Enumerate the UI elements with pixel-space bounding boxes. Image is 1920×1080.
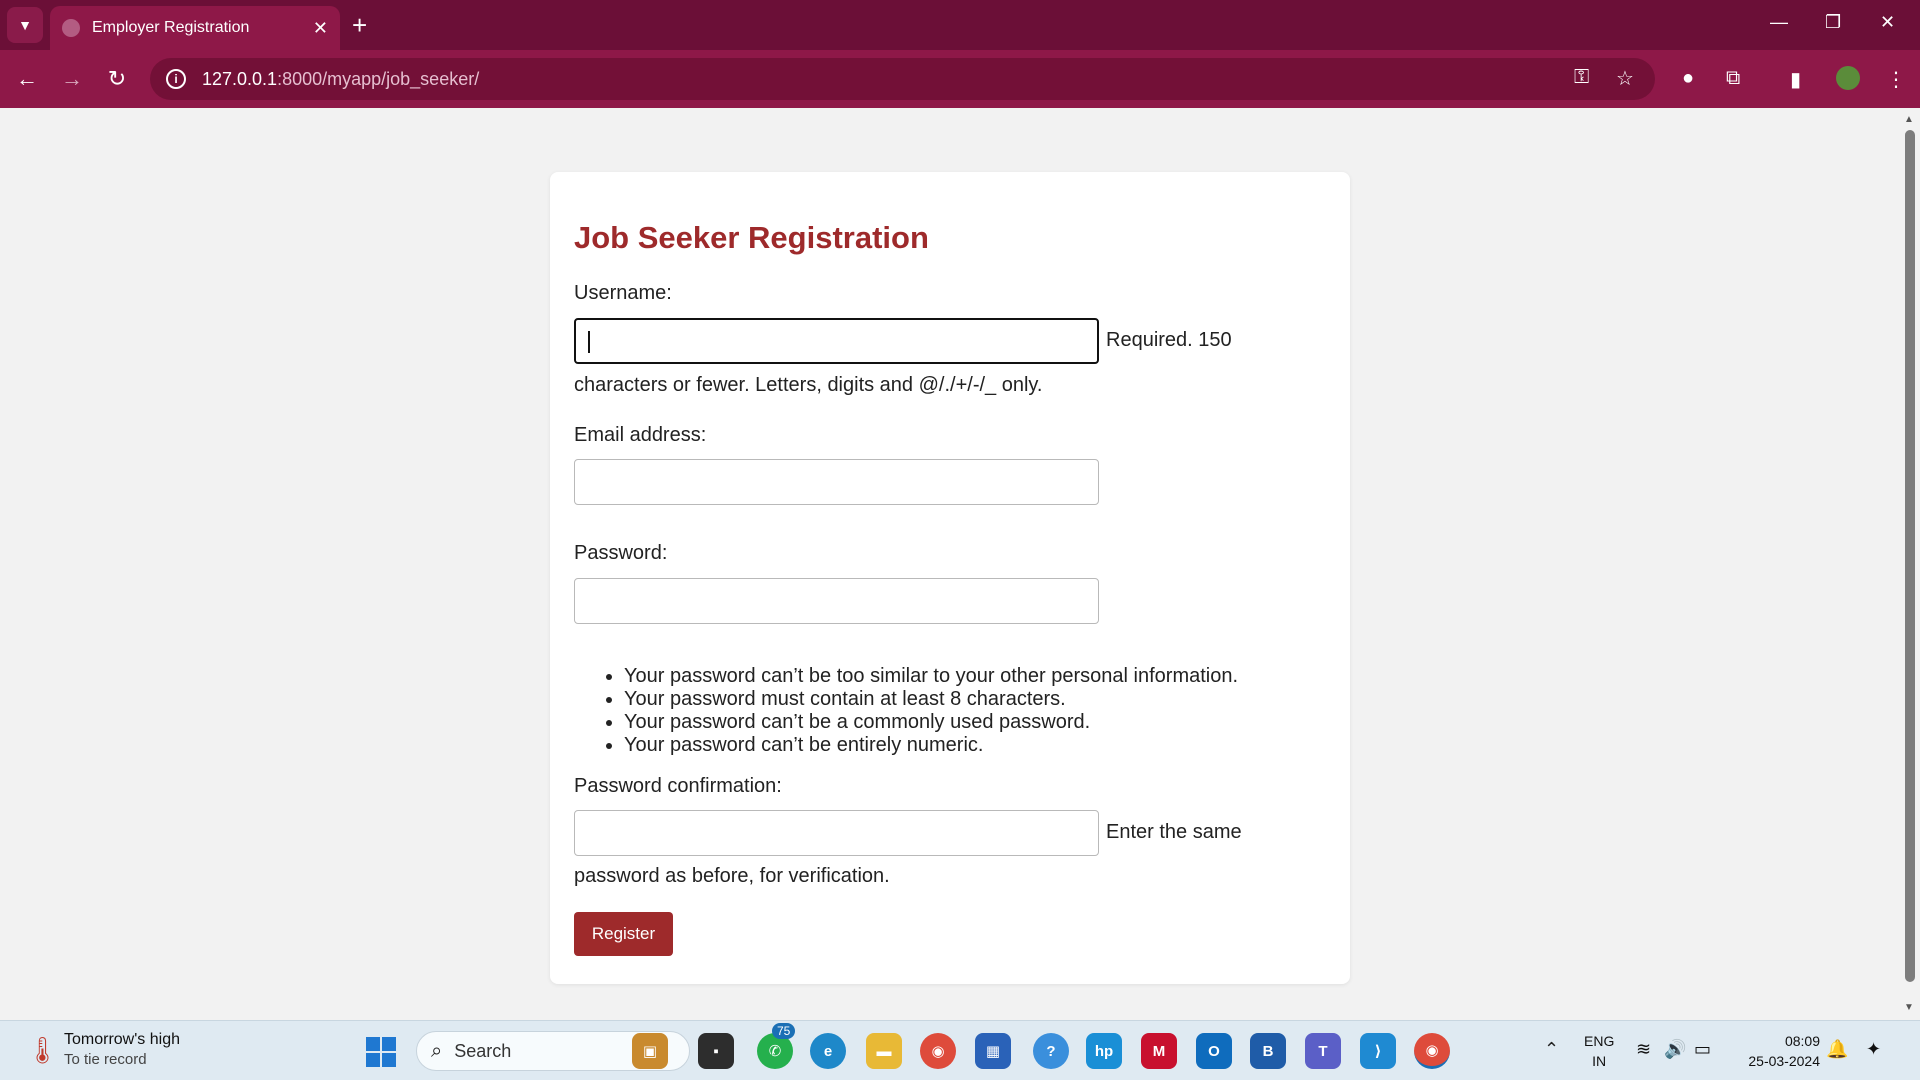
password-confirmation-input[interactable] xyxy=(574,810,1099,856)
close-window-button[interactable]: ✕ xyxy=(1880,12,1895,33)
vscode-icon[interactable]: ⟩ xyxy=(1360,1033,1396,1069)
confirm-help-inline: Enter the same xyxy=(1106,821,1242,843)
outlook-icon[interactable]: O xyxy=(1196,1033,1232,1069)
notification-bell-icon[interactable]: 🔔 xyxy=(1826,1039,1848,1060)
edge-icon[interactable]: e xyxy=(810,1033,846,1069)
battery-icon[interactable]: ▭ xyxy=(1694,1039,1711,1060)
restore-button[interactable]: ❐ xyxy=(1825,12,1841,33)
file-explorer-icon[interactable]: ▬ xyxy=(866,1033,902,1069)
password-rule: Your password can’t be entirely numeric. xyxy=(624,734,1238,757)
address-bar[interactable]: i 127.0.0.1:8000/myapp/job_seeker/ ⚿ ☆ xyxy=(150,58,1655,100)
chevron-down-icon: ▼ xyxy=(18,17,32,33)
search-placeholder: Search xyxy=(454,1040,512,1061)
password-rule: Your password can’t be too similar to yo… xyxy=(624,665,1238,688)
teams-icon[interactable]: T xyxy=(1305,1033,1341,1069)
profile-avatar[interactable] xyxy=(1836,66,1860,90)
briefcase-app-icon[interactable]: ▣ xyxy=(632,1033,668,1069)
windows-start-icon[interactable] xyxy=(366,1037,396,1067)
page-viewport: Job Seeker Registration Username: Requir… xyxy=(0,108,1900,1020)
whatsapp-badge: 75 xyxy=(772,1023,796,1039)
language-indicator[interactable]: ENG IN xyxy=(1584,1031,1614,1071)
password-confirmation-label: Password confirmation: xyxy=(574,775,782,797)
url-path: :8000/myapp/job_seeker/ xyxy=(277,68,480,89)
store-icon[interactable]: ▦ xyxy=(975,1033,1011,1069)
register-button[interactable]: Register xyxy=(574,912,673,956)
mcafee-icon[interactable]: M xyxy=(1141,1033,1177,1069)
taskbar: 🌡 Tomorrow's high To tie record ⌕ Search… xyxy=(0,1020,1920,1080)
page-title: Job Seeker Registration xyxy=(574,220,929,255)
task-view-icon[interactable]: ▪ xyxy=(698,1033,734,1069)
globe-icon xyxy=(62,19,80,37)
site-info-icon[interactable]: i xyxy=(166,69,186,89)
reload-icon[interactable]: ↻ xyxy=(104,66,130,92)
forward-arrow-icon[interactable]: → xyxy=(59,66,85,92)
tab-active[interactable]: Employer Registration ✕ xyxy=(50,6,340,50)
lang-region: IN xyxy=(1592,1053,1607,1069)
text-caret xyxy=(588,331,590,353)
chevron-up-icon[interactable]: ⌃ xyxy=(1544,1039,1559,1060)
side-panel-icon[interactable]: ▮ xyxy=(1790,67,1801,92)
password-label: Password: xyxy=(574,542,668,564)
email-input[interactable] xyxy=(574,459,1099,505)
password-input[interactable] xyxy=(574,578,1099,624)
extension-icon[interactable]: ● xyxy=(1682,67,1694,90)
weather-title[interactable]: Tomorrow's high xyxy=(64,1031,180,1049)
scrollbar-thumb[interactable] xyxy=(1905,130,1915,982)
username-input[interactable] xyxy=(574,318,1099,364)
thermometer-icon[interactable]: 🌡 xyxy=(26,1035,59,1066)
new-tab-button[interactable]: + xyxy=(352,10,367,40)
chrome-icon[interactable]: ◉ xyxy=(920,1033,956,1069)
copilot-icon[interactable]: ✦ xyxy=(1866,1039,1881,1060)
b-app-icon[interactable]: B xyxy=(1250,1033,1286,1069)
confirm-help-text: password as before, for verification. xyxy=(574,865,890,887)
url-host: 127.0.0.1 xyxy=(202,68,278,89)
lang-code: ENG xyxy=(1584,1033,1615,1049)
username-help-inline: Required. 150 xyxy=(1106,329,1232,351)
minimize-button[interactable]: — xyxy=(1770,12,1788,33)
scrollbar[interactable]: ▲ ▼ xyxy=(1900,108,1920,1020)
password-key-icon[interactable]: ⚿ xyxy=(1574,66,1589,89)
tab-strip: ▼ Employer Registration ✕ + — ❐ ✕ xyxy=(0,0,1920,50)
password-rule: Your password must contain at least 8 ch… xyxy=(624,688,1238,711)
wifi-icon[interactable]: ≋ xyxy=(1636,1039,1651,1060)
menu-kebab-icon[interactable]: ⋮ xyxy=(1886,67,1906,92)
email-label: Email address: xyxy=(574,424,707,446)
tab-title: Employer Registration xyxy=(92,19,250,36)
password-rule: Your password can’t be a commonly used p… xyxy=(624,711,1238,734)
bookmark-star-icon[interactable]: ☆ xyxy=(1616,66,1634,91)
tab-search-button[interactable]: ▼ xyxy=(7,7,43,43)
scroll-down-arrow-icon[interactable]: ▼ xyxy=(1904,1002,1914,1013)
back-arrow-icon[interactable]: ← xyxy=(14,66,40,92)
puzzle-icon[interactable]: ⧉ xyxy=(1726,67,1740,90)
myhp-icon[interactable]: hp xyxy=(1086,1033,1122,1069)
tab-close-icon[interactable]: ✕ xyxy=(313,18,328,39)
help-app-icon[interactable]: ? xyxy=(1033,1033,1069,1069)
username-label: Username: xyxy=(574,282,672,304)
weather-subtitle: To tie record xyxy=(64,1051,147,1068)
date: 25-03-2024 xyxy=(1748,1053,1820,1069)
volume-icon[interactable]: 🔊 xyxy=(1664,1039,1686,1060)
clock[interactable]: 08:09 25-03-2024 xyxy=(1736,1031,1820,1071)
password-rules-list: Your password can’t be too similar to yo… xyxy=(624,665,1238,757)
time: 08:09 xyxy=(1784,1033,1820,1049)
registration-card: Job Seeker Registration Username: Requir… xyxy=(550,172,1350,984)
scroll-up-arrow-icon[interactable]: ▲ xyxy=(1904,114,1914,125)
search-icon: ⌕ xyxy=(431,1039,443,1062)
username-help-text: characters or fewer. Letters, digits and… xyxy=(574,374,1043,396)
chrome-active-icon[interactable]: ◉ xyxy=(1414,1033,1450,1069)
browser-toolbar: ← → ↻ i 127.0.0.1:8000/myapp/job_seeker/… xyxy=(0,50,1920,108)
